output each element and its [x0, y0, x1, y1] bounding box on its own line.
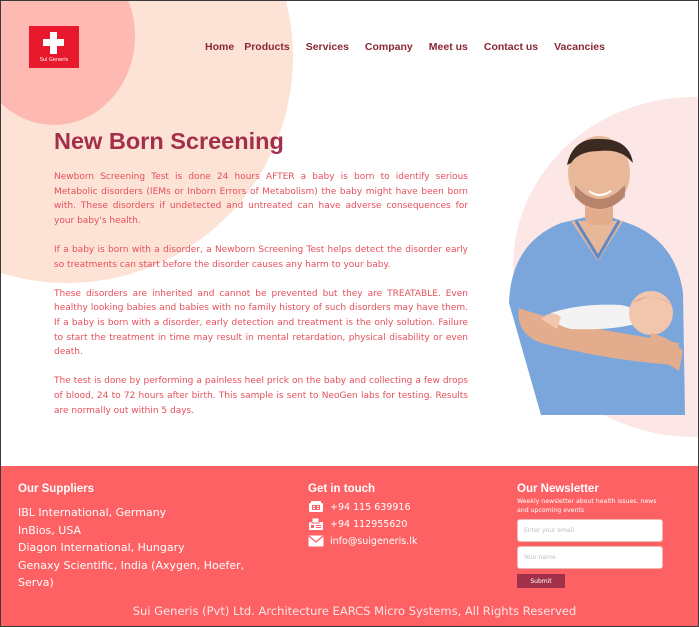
newsletter-description: Weekly newsletter about health issues, n… [517, 498, 657, 514]
page-title: New Born Screening [54, 128, 284, 154]
phone-number: +94 115 639916 [330, 501, 411, 513]
contact-heading: Get in touch [308, 483, 376, 495]
newsletter-name-input[interactable] [517, 546, 663, 569]
site-footer: Our Suppliers IBL International, Germany… [1, 466, 698, 626]
nav-home[interactable]: Home [205, 41, 234, 53]
logo-text: Sui Generis [39, 57, 69, 63]
supplier-item: Diagon International, Hungary [18, 541, 185, 555]
paragraph: These disorders are inherited and cannot… [54, 288, 468, 358]
newsletter-email-input[interactable] [517, 519, 663, 542]
email-row[interactable]: info@suigeneris.lk [308, 535, 417, 547]
phone-icon [309, 501, 323, 512]
paragraph: Newborn Screening Test is done 24 hours … [54, 172, 468, 226]
suppliers-list: IBL International, Germany InBios, USA D… [18, 504, 278, 592]
fax-icon [309, 518, 323, 530]
newsletter-submit-button[interactable]: Submit [517, 574, 565, 588]
suppliers-heading: Our Suppliers [18, 483, 95, 495]
article-body: Newborn Screening Test is done 24 hours … [54, 170, 468, 433]
phone-row[interactable]: +94 115 639916 [308, 501, 411, 513]
main-nav: Home Products Services Company Meet us C… [205, 41, 621, 53]
mail-icon [308, 535, 324, 547]
fax-row[interactable]: +94 112955620 [308, 518, 407, 530]
paragraph: The test is done by performing a painles… [54, 376, 468, 416]
nav-contact-us[interactable]: Contact us [484, 41, 538, 53]
supplier-item: IBL International, Germany [18, 506, 167, 519]
supplier-item: Genaxy Scientific, India (Axygen, Hoefer… [18, 558, 245, 590]
fax-number: +94 112955620 [330, 518, 408, 530]
nav-services[interactable]: Services [306, 41, 349, 53]
page: Sui Generis Home Products Services Compa… [0, 0, 699, 627]
nav-vacancies[interactable]: Vacancies [554, 41, 605, 53]
nav-meet-us[interactable]: Meet us [429, 41, 468, 53]
newsletter-heading: Our Newsletter [517, 483, 599, 495]
nav-company[interactable]: Company [365, 41, 413, 53]
logo[interactable]: Sui Generis [29, 26, 79, 68]
doctor-holding-baby-photo [509, 136, 685, 415]
nav-products[interactable]: Products [244, 41, 290, 53]
supplier-item: InBios, USA [18, 523, 82, 537]
paragraph: If a baby is born with a disorder, a New… [54, 244, 468, 270]
email-address: info@suigeneris.lk [330, 535, 418, 547]
copyright-text: Sui Generis (Pvt) Ltd. Architecture EARC… [132, 604, 577, 618]
cross-icon-bar [43, 39, 64, 46]
